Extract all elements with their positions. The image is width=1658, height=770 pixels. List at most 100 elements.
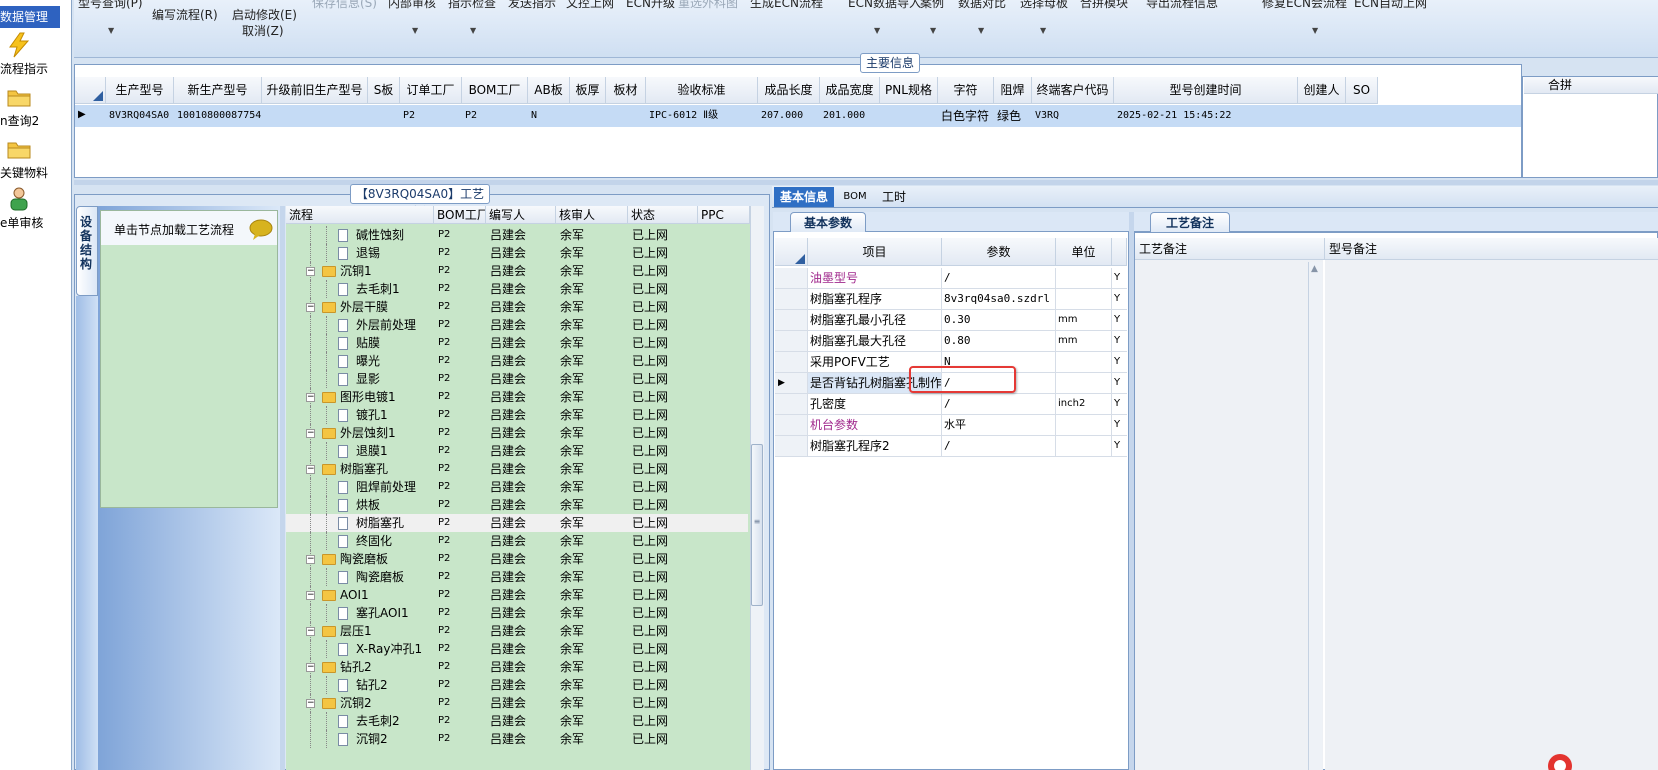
param-value[interactable]: 0.80: [942, 331, 1056, 351]
param-row[interactable]: 树脂塞孔程序 8v3rq04sa0.szdrl Y: [775, 289, 1127, 310]
process-row[interactable]: − 沉铜2 P2 吕建会 余军 已上网: [286, 694, 748, 712]
process-row[interactable]: 贴膜 P2 吕建会 余军 已上网: [286, 334, 748, 352]
model-remarks-textarea[interactable]: [1325, 260, 1658, 770]
process-row[interactable]: 烘板 P2 吕建会 余军 已上网: [286, 496, 748, 514]
tab-process-remarks[interactable]: 工艺备注: [1150, 212, 1230, 232]
col-header[interactable]: 参数: [942, 238, 1056, 266]
collapse-icon[interactable]: −: [306, 699, 315, 708]
col-header[interactable]: 升级前旧生产型号: [262, 77, 368, 104]
row-selector[interactable]: [775, 394, 808, 414]
dropdown-arrow-icon[interactable]: ▼: [930, 26, 936, 35]
process-row[interactable]: 退膜1 P2 吕建会 余军 已上网: [286, 442, 748, 460]
table-cell[interactable]: [1298, 105, 1346, 127]
col-header[interactable]: 终端客户代码: [1032, 77, 1114, 104]
param-value[interactable]: /: [942, 436, 1056, 456]
process-remarks-textarea[interactable]: [1135, 260, 1323, 770]
col-header[interactable]: 创建人: [1298, 77, 1346, 104]
col-header[interactable]: 流程: [286, 206, 434, 224]
row-selector[interactable]: ▶: [775, 373, 808, 393]
collapse-icon[interactable]: −: [306, 627, 315, 636]
table-cell[interactable]: [880, 105, 938, 127]
collapse-icon[interactable]: −: [306, 591, 315, 600]
process-row[interactable]: 去毛刺2 P2 吕建会 余军 已上网: [286, 712, 748, 730]
param-unit[interactable]: inch2: [1056, 394, 1112, 414]
toolbar-start-modify[interactable]: 启动修改(E): [232, 6, 297, 23]
tab-basic-params[interactable]: 基本参数: [790, 212, 866, 232]
collapse-icon[interactable]: −: [306, 555, 315, 564]
dropdown-arrow-icon[interactable]: ▼: [1040, 26, 1046, 35]
col-header[interactable]: 型号创建时间: [1114, 77, 1298, 104]
collapse-icon[interactable]: −: [306, 393, 315, 402]
param-flag[interactable]: Y: [1112, 268, 1127, 288]
dropdown-arrow-icon[interactable]: ▼: [412, 26, 418, 35]
nav-process-instruction[interactable]: 流程指示: [0, 32, 70, 82]
table-cell[interactable]: P2: [400, 105, 462, 127]
row-selector[interactable]: [775, 415, 808, 435]
process-row[interactable]: 终固化 P2 吕建会 余军 已上网: [286, 532, 748, 550]
process-row[interactable]: 外层前处理 P2 吕建会 余军 已上网: [286, 316, 748, 334]
param-flag[interactable]: Y: [1112, 373, 1127, 393]
param-unit[interactable]: mm: [1056, 310, 1112, 330]
table-cell[interactable]: [368, 105, 400, 127]
row-selector[interactable]: [775, 436, 808, 456]
table-cell[interactable]: [262, 105, 368, 127]
table-cell[interactable]: 10010800087754: [174, 105, 262, 127]
vertical-scrollbar[interactable]: ▲: [1308, 262, 1322, 770]
table-cell[interactable]: [606, 105, 646, 127]
col-header[interactable]: 状态: [628, 206, 698, 224]
col-header[interactable]: BOM工厂: [434, 206, 486, 224]
process-row[interactable]: − 树脂塞孔 P2 吕建会 余军 已上网: [286, 460, 748, 478]
param-row[interactable]: 树脂塞孔最小孔径 0.30 mm Y: [775, 310, 1127, 331]
param-flag[interactable]: Y: [1112, 436, 1127, 456]
process-row[interactable]: 塞孔AOI1 P2 吕建会 余军 已上网: [286, 604, 748, 622]
param-value[interactable]: /: [942, 394, 1056, 414]
col-header[interactable]: 项目: [808, 238, 942, 266]
toolbar-reselect-drawing[interactable]: 重选外科图: [678, 0, 738, 11]
collapse-icon[interactable]: −: [306, 429, 315, 438]
horizontal-splitter[interactable]: [74, 180, 1658, 185]
process-row[interactable]: − AOI1 P2 吕建会 余军 已上网: [286, 586, 748, 604]
col-header[interactable]: 订单工厂: [400, 77, 462, 104]
col-header[interactable]: 新生产型号: [174, 77, 262, 104]
process-row[interactable]: 显影 P2 吕建会 余军 已上网: [286, 370, 748, 388]
table-cell[interactable]: P2: [462, 105, 528, 127]
row-selector[interactable]: [775, 289, 808, 309]
param-value[interactable]: 0.30: [942, 310, 1056, 330]
process-row[interactable]: 镀孔1 P2 吕建会 余军 已上网: [286, 406, 748, 424]
col-header[interactable]: 编写人: [486, 206, 556, 224]
process-row[interactable]: − 沉铜1 P2 吕建会 余军 已上网: [286, 262, 748, 280]
process-row[interactable]: 钻孔2 P2 吕建会 余军 已上网: [286, 676, 748, 694]
table-cell[interactable]: [570, 105, 606, 127]
toolbar-cancel[interactable]: 取消(Z): [242, 22, 284, 39]
param-row[interactable]: 机台参数 水平 Y: [775, 415, 1127, 436]
row-selector[interactable]: [775, 268, 808, 288]
col-header[interactable]: 单位: [1056, 238, 1112, 266]
toolbar-repair-ecn-process[interactable]: 修复ECN会流程: [1262, 0, 1347, 11]
col-header[interactable]: 成品长度: [758, 77, 820, 104]
process-row[interactable]: X-Ray冲孔1 P2 吕建会 余军 已上网: [286, 640, 748, 658]
col-header[interactable]: AB板: [528, 77, 570, 104]
col-header[interactable]: 板材: [606, 77, 646, 104]
col-header[interactable]: S板: [368, 77, 400, 104]
tab-equipment-structure[interactable]: 设备结构: [76, 206, 98, 296]
toolbar-export-process-info[interactable]: 导出流程信息: [1146, 0, 1218, 11]
param-unit[interactable]: mm: [1056, 331, 1112, 351]
col-header[interactable]: 验收标准: [646, 77, 758, 104]
nav-order-review[interactable]: e单审核: [0, 186, 70, 236]
nav-query2[interactable]: n查询2: [0, 84, 70, 134]
param-flag[interactable]: Y: [1112, 310, 1127, 330]
process-row[interactable]: − 图形电镀1 P2 吕建会 余军 已上网: [286, 388, 748, 406]
process-row[interactable]: − 陶瓷磨板 P2 吕建会 余军 已上网: [286, 550, 748, 568]
process-row[interactable]: 碱性蚀刻 P2 吕建会 余军 已上网: [286, 226, 748, 244]
param-row[interactable]: 树脂塞孔最大孔径 0.80 mm Y: [775, 331, 1127, 352]
toolbar-case[interactable]: 案例: [920, 0, 944, 11]
param-unit[interactable]: [1056, 289, 1112, 309]
param-value[interactable]: 8v3rq04sa0.szdrl: [942, 289, 1056, 309]
param-row[interactable]: 树脂塞孔程序2/ Y: [775, 436, 1127, 457]
param-unit[interactable]: [1056, 436, 1112, 456]
table-cell[interactable]: 白色字符: [938, 105, 994, 127]
tab-bom[interactable]: BOM: [838, 187, 872, 207]
dropdown-arrow-icon[interactable]: ▼: [470, 26, 476, 35]
process-row[interactable]: 沉铜2 P2 吕建会 余军 已上网: [286, 730, 748, 748]
param-unit[interactable]: [1056, 415, 1112, 435]
